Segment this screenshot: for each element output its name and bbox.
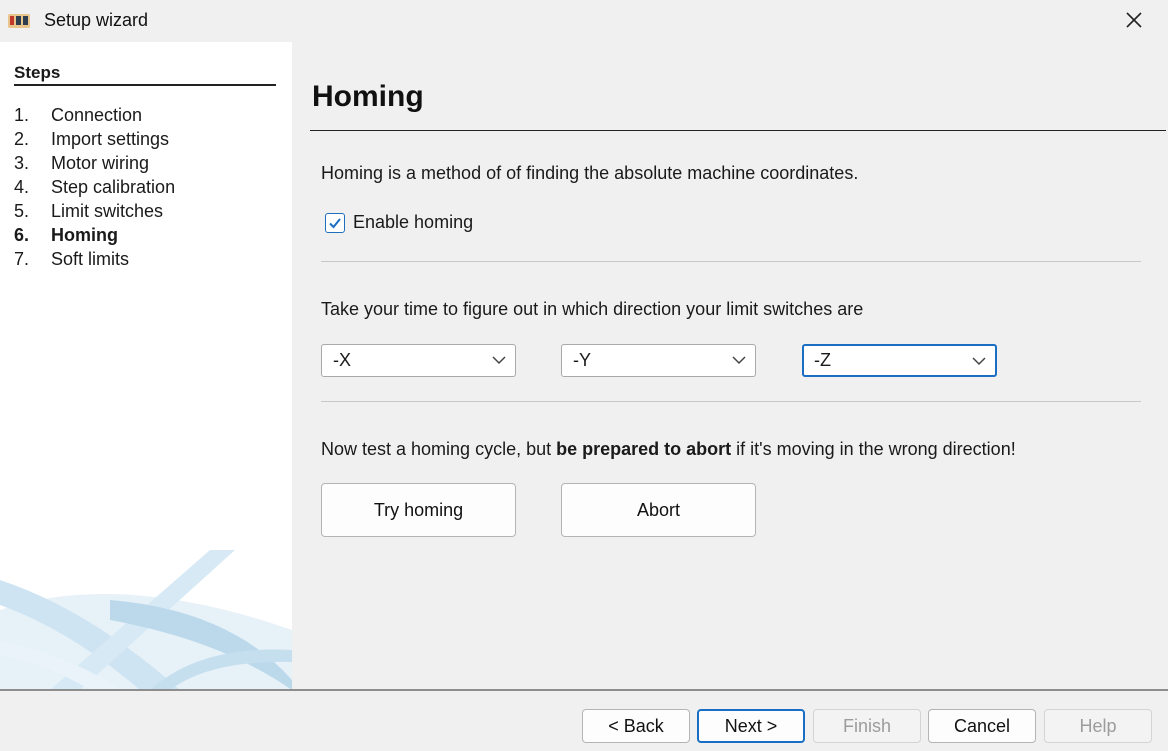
enable-homing-row[interactable]: Enable homing (325, 212, 473, 233)
window-title: Setup wizard (44, 10, 149, 30)
back-button[interactable]: < Back (582, 709, 690, 743)
wizard-footer: < Back Next > Finish Cancel Help (0, 691, 1168, 751)
homing-page: Homing Homing is a method of of finding … (292, 42, 1168, 690)
x-direction-value: -X (333, 350, 351, 370)
finish-button[interactable]: Finish (813, 709, 921, 743)
section-divider (321, 401, 1141, 402)
step-motor-wiring: 3. Motor wiring (14, 153, 150, 173)
y-direction-value: -Y (573, 350, 591, 370)
title-bar: Setup wizard (0, 0, 1168, 42)
enable-homing-label: Enable homing (353, 212, 474, 232)
help-button[interactable]: Help (1044, 709, 1152, 743)
abort-button[interactable]: Abort (561, 483, 756, 537)
z-direction-select[interactable]: -Z (802, 344, 997, 377)
step-connection: 1. Connection (14, 105, 143, 125)
step-soft-limits: 7. Soft limits (14, 249, 130, 269)
steps-heading: Steps (14, 63, 61, 82)
step-limit-switches: 5. Limit switches (14, 201, 164, 221)
step-step-calibration: 4. Step calibration (14, 177, 176, 197)
steps-sidebar: Steps 1. Connection 2. Import settings 3. M… (0, 42, 292, 690)
chevron-down-icon (972, 357, 986, 366)
checkmark-icon (329, 217, 341, 228)
page-title: Homing (312, 80, 424, 113)
enable-homing-checkbox[interactable] (325, 212, 345, 233)
step-homing: 6. Homing (14, 225, 118, 245)
direction-prompt: Take your time to figure out in which di… (321, 299, 864, 319)
intro-text: Homing is a method of of finding the abs… (321, 163, 859, 183)
close-button[interactable] (1112, 0, 1156, 40)
y-direction-select[interactable]: -Y (561, 344, 756, 377)
ugs-logo-icon (8, 12, 30, 30)
next-button[interactable]: Next > (697, 709, 805, 743)
close-icon (1126, 12, 1142, 28)
decorative-swoosh (0, 550, 292, 690)
steps-divider (14, 84, 276, 86)
section-divider (321, 261, 1141, 262)
test-instruction: Now test a homing cycle, but be prepared… (321, 439, 1016, 459)
x-direction-select[interactable]: -X (321, 344, 516, 377)
abort-warning: be prepared to abort (556, 439, 732, 459)
cancel-button[interactable]: Cancel (928, 709, 1036, 743)
chevron-down-icon (732, 356, 746, 365)
chevron-down-icon (492, 356, 506, 365)
try-homing-button[interactable]: Try homing (321, 483, 516, 537)
step-import-settings: 2. Import settings (14, 129, 170, 149)
title-divider (310, 130, 1166, 131)
z-direction-value: -Z (814, 350, 831, 370)
